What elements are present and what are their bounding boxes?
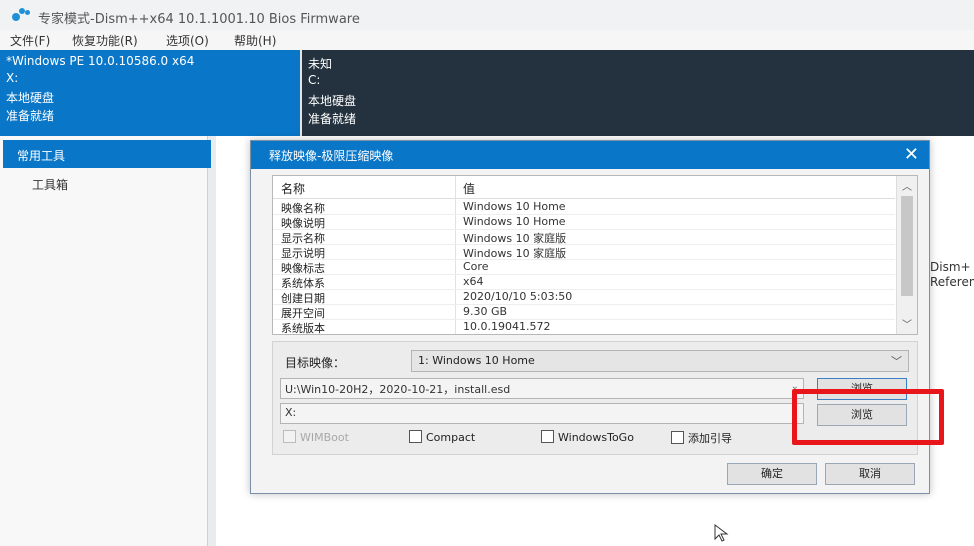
chevron-down-icon: ﹀ xyxy=(891,355,902,368)
main-text-fragment: Dism+ xyxy=(930,260,971,274)
list-item[interactable]: 映像说明 Windows 10 Home xyxy=(273,214,895,230)
menu-options[interactable]: 选项(O) xyxy=(166,32,209,49)
row-value: Core xyxy=(463,260,489,273)
checkbox-box xyxy=(409,430,422,443)
menu-bar: 文件(F) 恢复功能(R) 选项(O) 帮助(H) xyxy=(0,30,974,50)
target-image-value: 1: Windows 10 Home xyxy=(418,354,535,367)
list-item[interactable]: 显示说明 Windows 10 家庭版 xyxy=(273,244,895,260)
system-name: 未知 xyxy=(308,57,333,71)
dism-app-icon xyxy=(12,8,32,22)
checkbox-box xyxy=(671,431,684,444)
sidebar-item-toolbox[interactable]: 工具箱 xyxy=(32,176,68,193)
list-item[interactable]: 创建日期 2020/10/10 5:03:50 xyxy=(273,289,895,305)
chevron-down-icon[interactable]: ﹀ xyxy=(897,316,917,332)
sidebar-category-label: 常用工具 xyxy=(17,149,66,163)
system-panel-winpe[interactable]: *Windows PE 10.0.10586.0 x64 X: 本地硬盘 准备就… xyxy=(0,50,302,136)
system-panel-unknown[interactable]: 未知 C: 本地硬盘 准备就绪 xyxy=(302,50,974,136)
title-bar: 专家模式-Dism++x64 10.1.1001.10 Bios Firmwar… xyxy=(0,0,974,30)
row-value: 2020/10/10 5:03:50 xyxy=(463,290,573,303)
column-header-value[interactable]: 值 xyxy=(463,180,475,197)
checkbox-box xyxy=(541,430,554,443)
compact-checkbox[interactable]: Compact xyxy=(409,430,475,444)
target-image-select[interactable]: 1: Windows 10 Home ﹀ xyxy=(411,350,909,372)
system-drive: X: xyxy=(6,71,19,85)
destination-path-field[interactable]: X: xyxy=(280,403,804,424)
menu-file[interactable]: 文件(F) xyxy=(10,32,50,49)
dialog-title: 释放映像-极限压缩映像 xyxy=(269,149,394,163)
list-item[interactable]: 映像标志 Core xyxy=(273,259,895,275)
checkbox-label: 添加引导 xyxy=(688,432,732,445)
ok-button[interactable]: 确定 xyxy=(727,463,817,485)
row-value: 10.0.19041.572 xyxy=(463,320,551,333)
chevron-up-icon[interactable]: ︿ xyxy=(897,178,917,194)
source-path-field[interactable]: U:\Win10-20H2，2020-10-21，install.esd ⌄ xyxy=(280,378,804,399)
row-value: Windows 10 Home xyxy=(463,200,566,213)
checkbox-label: WindowsToGo xyxy=(558,431,634,444)
checkbox-label: WIMBoot xyxy=(300,431,349,444)
sidebar-category-common-tools[interactable]: 常用工具 xyxy=(3,140,211,168)
list-item[interactable]: 映像名称 Windows 10 Home xyxy=(273,199,895,215)
menu-help[interactable]: 帮助(H) xyxy=(234,32,276,49)
sidebar: 常用工具 工具箱 xyxy=(0,136,211,546)
system-status: 准备就绪 xyxy=(308,112,357,126)
system-disk: 本地硬盘 xyxy=(308,94,357,108)
scrollbar-thumb[interactable] xyxy=(901,196,913,296)
system-drive: C: xyxy=(308,73,321,87)
wimboot-checkbox[interactable]: WIMBoot xyxy=(283,430,349,444)
image-info-list[interactable]: 名称 值 映像名称 Windows 10 Home 映像说明 Windows 10 … xyxy=(272,175,918,335)
destination-path-value: X: xyxy=(285,406,297,419)
menu-recovery[interactable]: 恢复功能(R) xyxy=(72,32,138,49)
window-title: 专家模式-Dism++x64 10.1.1001.10 Bios Firmwar… xyxy=(38,12,360,27)
system-disk: 本地硬盘 xyxy=(6,91,55,105)
source-path-value: U:\Win10-20H2，2020-10-21，install.esd xyxy=(285,383,511,396)
add-boot-checkbox[interactable]: 添加引导 xyxy=(671,430,732,446)
windowstogo-checkbox[interactable]: WindowsToGo xyxy=(541,430,634,444)
row-value: Windows 10 Home xyxy=(463,215,566,228)
list-item[interactable]: 系统版本 10.0.19041.572 xyxy=(273,319,895,335)
row-name: 系统版本 xyxy=(281,322,325,335)
list-item[interactable]: 展开空间 9.30 GB xyxy=(273,304,895,320)
checkbox-label: Compact xyxy=(426,431,476,444)
row-value: 9.30 GB xyxy=(463,305,508,318)
checkbox-box xyxy=(283,430,296,443)
list-scrollbar[interactable]: ︿ ﹀ xyxy=(896,176,917,334)
close-icon[interactable]: ✕ xyxy=(904,144,919,165)
dialog-title-bar: 释放映像-极限压缩映像 ✕ xyxy=(251,141,929,169)
highlight-box xyxy=(792,389,944,445)
main-text-fragment: Referen xyxy=(930,275,974,289)
list-item[interactable]: 系统体系 x64 xyxy=(273,274,895,290)
system-status: 准备就绪 xyxy=(6,109,55,123)
mouse-cursor-icon xyxy=(714,524,729,542)
row-value: x64 xyxy=(463,275,484,288)
target-image-label: 目标映像： xyxy=(285,356,346,370)
list-header: 名称 值 xyxy=(273,176,895,199)
system-name: *Windows PE 10.0.10586.0 x64 xyxy=(6,54,195,68)
column-header-name[interactable]: 名称 xyxy=(281,180,305,197)
list-item[interactable]: 显示名称 Windows 10 家庭版 xyxy=(273,229,895,245)
cancel-button[interactable]: 取消 xyxy=(825,463,915,485)
